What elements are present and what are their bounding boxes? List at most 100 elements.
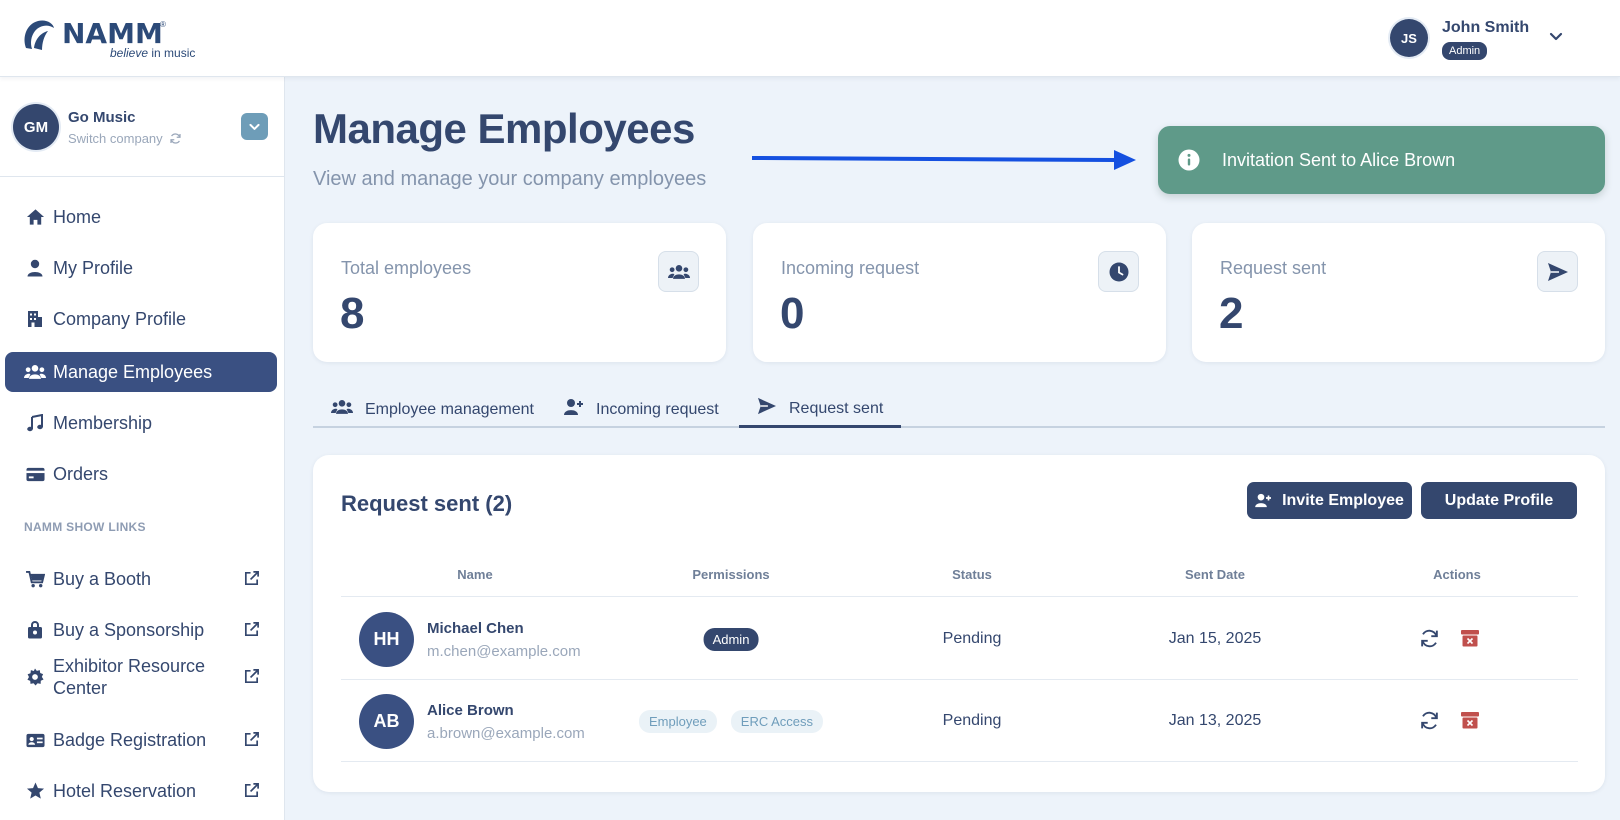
company-dropdown-button[interactable] <box>241 113 268 140</box>
tab-label: Incoming request <box>596 400 719 418</box>
page-subtitle: View and manage your company employees <box>313 168 707 190</box>
permissions-cell: Employee ERC Access <box>638 680 824 762</box>
stat-card-total-employees: Total employees 8 <box>313 223 726 362</box>
sidebar-item-label: Buy a Sponsorship <box>53 619 205 640</box>
resend-button[interactable] <box>1417 708 1441 732</box>
paper-plane-icon <box>1537 251 1578 292</box>
annotation-arrow <box>752 150 1136 170</box>
stat-label: Request sent <box>1220 258 1327 278</box>
sidebar-link-badge-registration[interactable]: Badge Registration <box>5 720 277 760</box>
permission-badge: ERC Access <box>730 709 824 733</box>
tab-bar: Employee management Incoming request Req… <box>313 392 1605 428</box>
sidebar-link-buy-a-booth[interactable]: Buy a Booth <box>5 559 277 599</box>
resend-button[interactable] <box>1417 626 1441 650</box>
employee-email: m.chen@example.com <box>427 643 581 660</box>
stat-label: Incoming request <box>781 258 920 278</box>
user-avatar: JS <box>1390 19 1428 57</box>
user-menu[interactable]: JS John Smith Admin <box>1390 16 1600 62</box>
archive-delete-icon <box>1461 712 1479 729</box>
gear-icon <box>22 668 48 686</box>
refresh-icon <box>1420 629 1438 647</box>
namm-logo[interactable]: NAMM ® believe in music <box>20 16 200 62</box>
sidebar-item-label: Manage Employees <box>53 361 213 382</box>
tab-request-sent[interactable]: Request sent <box>739 392 902 428</box>
column-header-name: Name <box>457 567 493 582</box>
logo-tagline-b: in music <box>148 46 196 60</box>
avatar: HH <box>359 612 414 667</box>
external-link-icon <box>244 622 259 637</box>
credit-card-icon <box>22 467 48 482</box>
table-header: Name Permissions Status Sent Date Action… <box>341 567 1578 597</box>
user-role-badge: Admin <box>1442 42 1488 60</box>
sidebar-item-manage-employees[interactable]: Manage Employees <box>5 352 277 392</box>
table-row: AB Alice Brown a.brown@example.com Emplo… <box>341 680 1578 762</box>
sidebar-link-hotel-reservation[interactable]: Hotel Reservation <box>5 771 277 811</box>
chevron-down-icon[interactable] <box>1548 28 1564 44</box>
sidebar-item-orders[interactable]: Orders <box>5 454 277 494</box>
archive-delete-icon <box>1461 630 1479 647</box>
delete-button[interactable] <box>1458 708 1482 732</box>
music-note-icon <box>22 414 48 432</box>
permission-badge: Employee <box>638 709 717 733</box>
tab-label: Request sent <box>789 399 884 417</box>
switch-company-label: Switch company <box>68 131 163 146</box>
sent-date-cell: Jan 13, 2025 <box>1168 712 1262 729</box>
external-link-icon <box>244 669 259 684</box>
sidebar-item-company-profile[interactable]: Company Profile <box>5 299 277 339</box>
toast-notification: Invitation Sent to Alice Brown <box>1158 126 1605 194</box>
tab-label: Employee management <box>365 400 534 418</box>
sidebar-item-label: Buy a Booth <box>53 568 152 589</box>
employee-name: Alice Brown <box>427 702 514 719</box>
section-title-namm-show-links: NAMM SHOW LINKS <box>24 520 146 534</box>
avatar: AB <box>359 694 414 749</box>
external-link-icon <box>244 783 259 798</box>
sidebar-item-label: My Profile <box>53 257 134 278</box>
tab-incoming-request[interactable]: Incoming request <box>546 392 737 427</box>
tab-employee-management[interactable]: Employee management <box>313 392 552 427</box>
shopping-bag-icon <box>22 621 48 639</box>
company-name: Go Music <box>68 109 136 126</box>
sidebar-item-label-line1: Exhibitor Resource <box>53 656 206 676</box>
invite-employee-button[interactable]: Invite Employee <box>1247 482 1412 519</box>
sidebar-item-label: Hotel Reservation <box>53 780 197 801</box>
clock-icon <box>1098 251 1139 292</box>
sidebar-item-my-profile[interactable]: My Profile <box>5 248 277 288</box>
column-header-status: Status <box>952 567 992 582</box>
company-switcher: GM Go Music Switch company <box>0 77 284 177</box>
stat-value: 0 <box>780 289 805 338</box>
table-row: HH Michael Chen m.chen@example.com Admin… <box>341 598 1578 680</box>
users-icon <box>658 251 699 292</box>
sidebar-item-membership[interactable]: Membership <box>5 403 277 443</box>
request-sent-card: Request sent (2) Invite Employee Update … <box>313 455 1605 792</box>
paper-plane-icon <box>757 397 777 420</box>
logo-tagline-a: believe <box>110 46 149 60</box>
page-title: Manage Employees <box>313 105 695 152</box>
stat-card-incoming-request: Incoming request 0 <box>753 223 1166 362</box>
company-avatar: GM <box>13 104 59 150</box>
external-link-icon <box>244 732 259 747</box>
id-badge-icon <box>22 733 48 748</box>
star-icon <box>22 782 48 800</box>
building-icon <box>22 310 48 328</box>
user-plus-icon <box>564 398 584 421</box>
sidebar-link-exhibitor-resource-center[interactable]: Exhibitor Resource Center <box>5 653 277 701</box>
sidebar-item-label: Company Profile <box>53 308 187 329</box>
refresh-icon <box>1420 711 1438 729</box>
sidebar-item-label: Home <box>53 206 102 227</box>
card-title: Request sent (2) <box>341 491 513 516</box>
sidebar-link-buy-a-sponsorship[interactable]: Buy a Sponsorship <box>5 610 277 650</box>
info-icon <box>1178 149 1200 171</box>
stat-value: 8 <box>340 289 365 338</box>
sidebar-item-home[interactable]: Home <box>5 197 277 237</box>
delete-button[interactable] <box>1458 626 1482 650</box>
user-plus-icon <box>1255 493 1272 508</box>
update-profile-button[interactable]: Update Profile <box>1421 482 1577 519</box>
sidebar-item-label: Exhibitor Resource Center <box>53 655 205 699</box>
switch-company-link[interactable]: Switch company <box>68 131 182 146</box>
users-icon <box>22 364 48 380</box>
chevron-down-icon <box>249 123 260 130</box>
sent-date-cell: Jan 15, 2025 <box>1168 630 1262 647</box>
home-icon <box>22 208 48 226</box>
top-bar: NAMM ® believe in music JS John Smith Ad… <box>0 0 1620 77</box>
stat-card-request-sent: Request sent 2 <box>1192 223 1605 362</box>
